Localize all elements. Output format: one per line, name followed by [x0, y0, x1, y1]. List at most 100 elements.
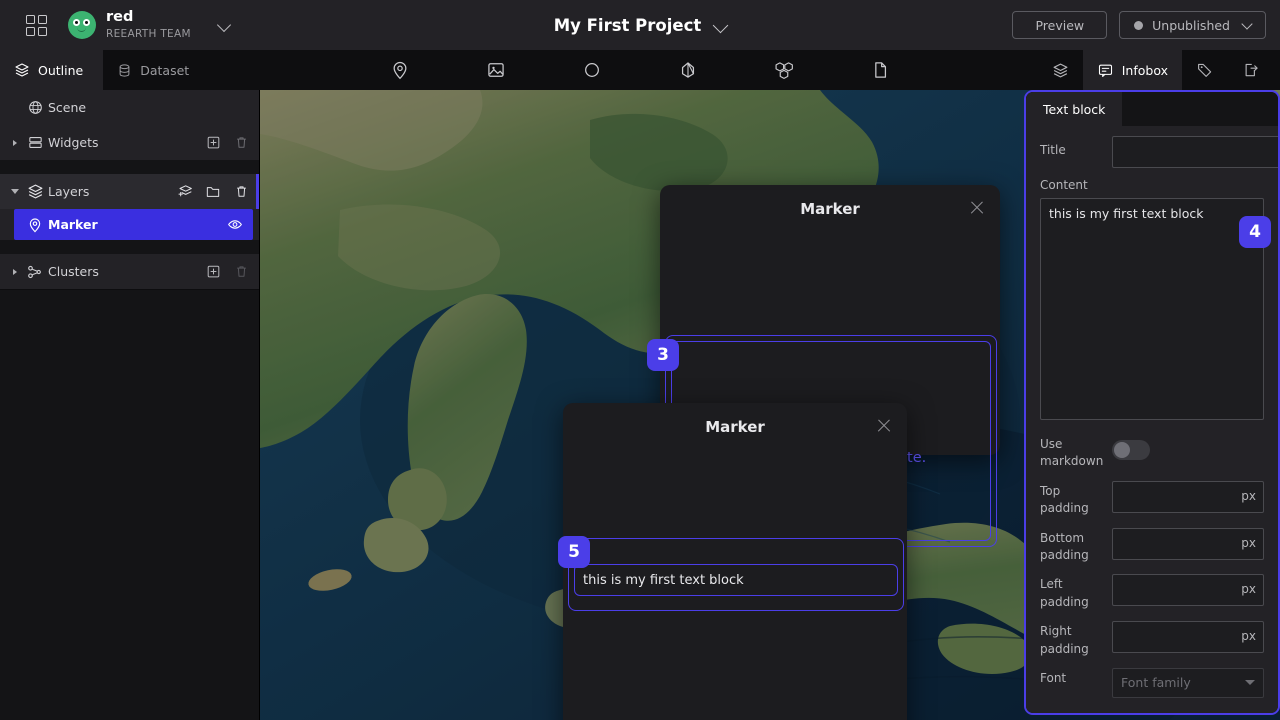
title-field-label: Title [1040, 143, 1066, 157]
infobox-back-title: Marker [800, 200, 860, 218]
content-textarea[interactable] [1040, 198, 1264, 420]
infobox-front-text-value: this is my first text block [583, 572, 744, 588]
right-padding-wrap: px [1112, 621, 1264, 654]
add-folder-icon[interactable] [205, 184, 221, 200]
add-cluster-icon[interactable] [205, 264, 221, 280]
settings-tabs: Text block [1026, 92, 1278, 126]
tool-file-button[interactable] [832, 50, 928, 90]
bottom-padding-wrap: px [1112, 527, 1264, 560]
delete-cluster-icon[interactable] [233, 264, 249, 280]
preview-button[interactable]: Preview [1012, 11, 1108, 39]
sidebar-item-scene-label: Scene [48, 100, 87, 115]
publish-status-button[interactable]: Unpublished [1119, 11, 1266, 39]
close-icon[interactable] [875, 417, 893, 435]
infobox-icon [1098, 64, 1112, 77]
chevron-down-icon [1241, 18, 1253, 30]
export-button[interactable] [1228, 50, 1274, 90]
chevron-down-icon[interactable] [8, 189, 22, 194]
photo-overlay-icon [488, 63, 504, 77]
sidebar-divider-2 [0, 240, 259, 254]
workspace-dropdown-button[interactable] [207, 8, 241, 42]
font-family-select[interactable]: Font family [1112, 667, 1264, 698]
tool-photo-overlay-button[interactable] [448, 50, 544, 90]
chevron-right-icon[interactable] [8, 139, 22, 146]
top-padding-wrap: px [1112, 480, 1264, 513]
apps-grid-button[interactable] [14, 8, 58, 42]
tool-bar: Outline Dataset Infobox [0, 50, 1280, 90]
sidebar-item-layers-label: Layers [48, 184, 90, 199]
bottom-padding-label: Bottom padding [1040, 530, 1089, 562]
field-font-row: Font Font family [1040, 667, 1264, 698]
right-padding-label: Right padding [1040, 624, 1089, 656]
sidebar-item-scene[interactable]: Scene [0, 90, 259, 125]
eye-icon[interactable] [227, 217, 243, 233]
export-icon [1245, 63, 1258, 77]
file-icon [875, 62, 887, 78]
layers-stack-icon [22, 183, 48, 200]
tags-button[interactable] [1182, 50, 1228, 90]
step-badge-3: 3 [647, 339, 679, 371]
step-badge-5: 5 [558, 536, 590, 568]
sidebar-item-layers[interactable]: Layers [0, 174, 259, 209]
field-left-padding-row: Left padding px [1040, 574, 1264, 611]
tool-polygon-3d-button[interactable] [640, 50, 736, 90]
workspace-text: red REEARTH TEAM [106, 10, 191, 39]
field-top-padding-row: Top padding px [1040, 480, 1264, 518]
clusters-icon [22, 263, 48, 281]
sidebar-item-marker-label: Marker [48, 217, 98, 232]
title-input[interactable] [1112, 136, 1278, 168]
delete-layer-icon[interactable] [233, 184, 249, 200]
status-badge: Unpublished [1152, 17, 1230, 33]
sidebar-item-clusters[interactable]: Clusters [0, 254, 259, 289]
font-label: Font [1040, 670, 1067, 685]
project-dropdown-button[interactable] [712, 17, 729, 33]
content-field-label: Content [1040, 178, 1088, 192]
left-padding-input[interactable] [1112, 574, 1264, 607]
tab-infobox-label: Infobox [1121, 62, 1168, 78]
font-family-placeholder: Font family [1121, 675, 1191, 691]
top-padding-input[interactable] [1112, 480, 1264, 513]
close-icon[interactable] [968, 199, 986, 217]
layers-stack-icon [1053, 63, 1068, 77]
tool-marker-button[interactable] [352, 50, 448, 90]
infobox-back-header: Marker [660, 185, 1000, 233]
top-bar: red REEARTH TEAM My First Project Previe… [0, 0, 1280, 50]
sidebar-item-widgets[interactable]: Widgets [0, 125, 259, 160]
layers-actions [177, 184, 249, 200]
infobox-front-block-outer[interactable]: this is my first text block [568, 538, 904, 611]
workspace-team: REEARTH TEAM [106, 27, 191, 40]
add-layer-icon[interactable] [177, 184, 193, 200]
widgets-icon [22, 134, 48, 151]
infobox-front-block-inner[interactable]: this is my first text block [574, 564, 898, 596]
delete-widget-icon[interactable] [233, 135, 249, 151]
infobox-settings-panel: Text block Title Content Use markdown To… [1024, 90, 1280, 715]
use-markdown-toggle[interactable] [1112, 440, 1150, 460]
tab-infobox[interactable]: Infobox [1082, 50, 1182, 90]
scene-layers-button[interactable] [1038, 50, 1083, 90]
bottom-padding-input[interactable] [1112, 527, 1264, 560]
right-padding-input[interactable] [1112, 621, 1264, 654]
sidebar-group-clusters: Clusters [0, 254, 259, 290]
infobox-front-header: Marker [563, 403, 907, 451]
sidebar-item-clusters-label: Clusters [48, 264, 99, 279]
step-badge-4: 4 [1239, 216, 1271, 248]
page-title: My First Project [553, 15, 702, 35]
grid-apps-icon [25, 14, 47, 36]
tab-text-block[interactable]: Text block [1026, 92, 1123, 126]
infobox-front-title: Marker [705, 418, 765, 436]
chevron-right-icon[interactable] [8, 268, 22, 275]
tool-sphere-button[interactable] [544, 50, 640, 90]
infobox-panel-front[interactable]: Marker this is my first text block 5 [558, 403, 907, 720]
sphere-icon [585, 63, 599, 77]
workspace-avatar [68, 11, 96, 39]
left-padding-wrap: px [1112, 574, 1264, 607]
outline-sidebar: Scene Widgets Layers Marker Clusters [0, 90, 260, 720]
workspace-name: red [106, 9, 134, 26]
status-dot-icon [1134, 20, 1144, 30]
tool-3d-tiles-button[interactable] [736, 50, 832, 90]
top-bar-right: Preview Unpublished [1012, 0, 1266, 50]
chevron-down-icon [216, 17, 231, 33]
add-widget-icon[interactable] [205, 135, 221, 151]
field-use-markdown-row: Use markdown [1040, 434, 1264, 471]
sidebar-item-marker[interactable]: Marker [14, 209, 253, 240]
